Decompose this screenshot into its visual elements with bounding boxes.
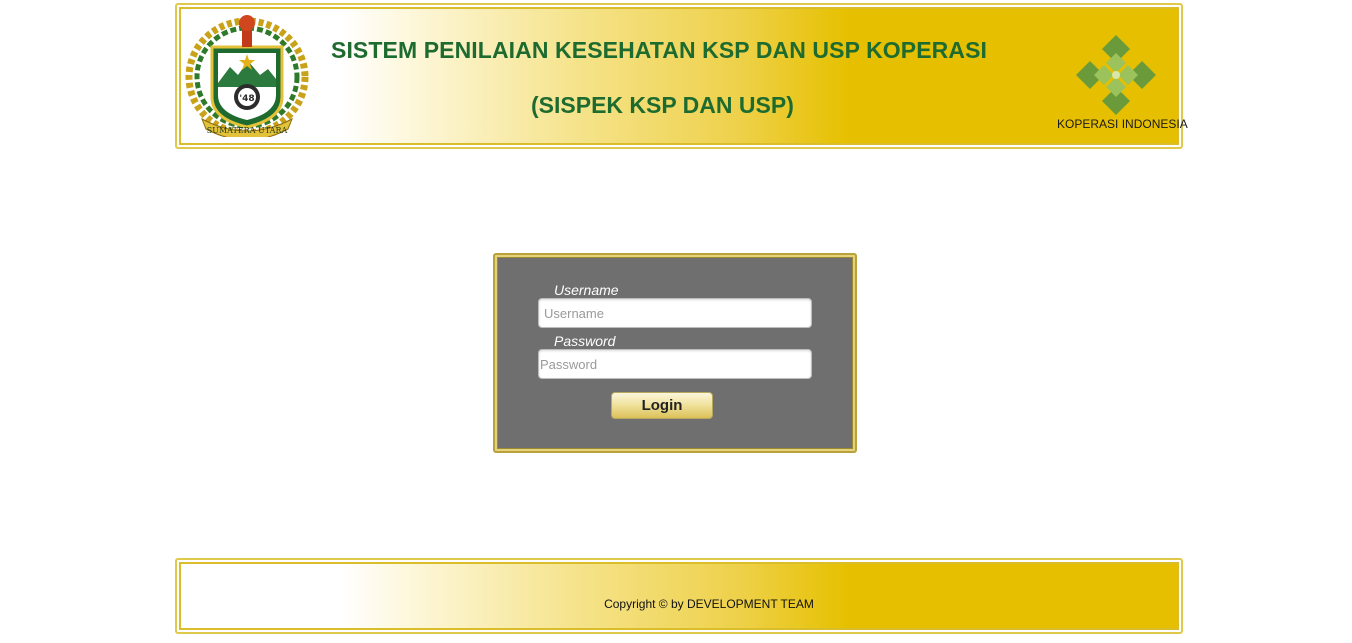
username-label: Username [554,282,619,298]
header-banner: '48 SUMATERA UTARA SISTEM PENILAIAN KESE… [175,3,1188,149]
login-button[interactable]: Login [611,392,713,419]
username-input[interactable] [538,298,812,328]
header-banner-inner: '48 SUMATERA UTARA SISTEM PENILAIAN KESE… [179,7,1188,145]
password-label: Password [554,333,616,349]
koperasi-indonesia-logo-icon [1076,35,1156,115]
page-title-line1: SISTEM PENILAIAN KESEHATAN KSP DAN USP K… [331,37,988,63]
copyright-text: Copyright © by DEVELOPMENT TEAM [604,597,814,611]
sumatera-utara-emblem-icon: '48 SUMATERA UTARA [185,15,309,137]
footer-banner: Copyright © by DEVELOPMENT TEAM [175,558,1183,634]
password-input[interactable] [538,349,812,379]
login-panel-inner: Username Password Login [497,257,853,449]
koperasi-indonesia-caption: KOPERASI INDONESIA [1057,117,1188,131]
page-title-line2: (SISPEK KSP DAN USP) [531,92,794,118]
footer-banner-inner: Copyright © by DEVELOPMENT TEAM [179,562,1179,630]
svg-text:'48: '48 [239,94,254,104]
login-panel: Username Password Login [493,253,857,453]
emblem-ribbon-text: SUMATERA UTARA [207,126,288,135]
